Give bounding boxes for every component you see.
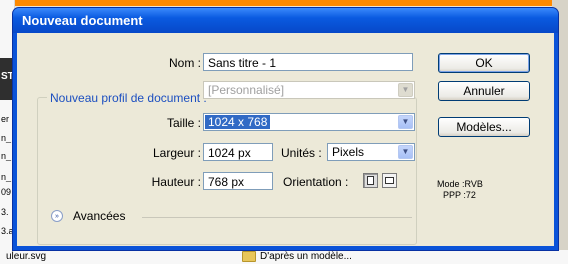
advanced-label[interactable]: Avancées <box>73 209 125 223</box>
color-mode-info: Mode :RVB <box>437 179 483 189</box>
portrait-icon <box>367 176 374 185</box>
height-input[interactable]: 768 px <box>203 172 273 190</box>
new-document-dialog: Nouveau document Nom : Sans titre - 1 No… <box>13 8 558 250</box>
size-select[interactable]: 1024 x 768 ▼ <box>203 113 415 131</box>
orientation-label: Orientation : <box>283 175 349 189</box>
landscape-orientation-button[interactable] <box>382 173 397 188</box>
background-app-strip <box>0 0 568 6</box>
cancel-button[interactable]: Annuler <box>438 81 530 101</box>
size-value: 1024 x 768 <box>205 115 271 129</box>
units-select[interactable]: Pixels ▼ <box>327 143 415 161</box>
profile-value: [Personnalisé] <box>208 83 285 97</box>
height-label: Hauteur : <box>151 175 201 189</box>
profile-label: Nouveau profil de document : <box>47 91 210 105</box>
profile-select[interactable]: [Personnalisé] ▼ <box>203 81 415 99</box>
dialog-body: Nom : Sans titre - 1 Nouveau profil de d… <box>17 33 554 246</box>
portrait-orientation-button[interactable] <box>363 173 378 188</box>
ok-button[interactable]: OK <box>438 53 530 73</box>
units-label: Unités : <box>281 146 322 160</box>
size-label: Taille : <box>166 116 201 130</box>
width-label: Largeur : <box>152 146 201 160</box>
background-template-label: D'après un modèle... <box>260 251 352 262</box>
width-input[interactable]: 1024 px <box>203 143 273 161</box>
expand-advanced-icon[interactable]: » <box>51 210 63 222</box>
landscape-icon <box>385 177 394 184</box>
advanced-divider <box>142 217 412 218</box>
chevron-down-icon: ▼ <box>398 115 413 129</box>
templates-button[interactable]: Modèles... <box>438 117 530 137</box>
background-file-name: uleur.svg <box>6 251 47 262</box>
name-label: Nom : <box>168 56 201 70</box>
dialog-title: Nouveau document <box>22 13 143 28</box>
folder-icon <box>242 251 256 262</box>
background-left-tab: ST <box>0 58 14 100</box>
chevron-down-icon: ▼ <box>398 83 413 97</box>
background-template-item[interactable]: D'après un modèle... <box>242 251 352 262</box>
units-value: Pixels <box>332 145 365 159</box>
resolution-info: PPP :72 <box>443 190 476 200</box>
name-input[interactable]: Sans titre - 1 <box>203 53 413 71</box>
background-left-tab-label: ST <box>1 71 14 82</box>
dialog-titlebar[interactable]: Nouveau document <box>13 8 558 33</box>
chevron-down-icon: ▼ <box>398 145 413 159</box>
